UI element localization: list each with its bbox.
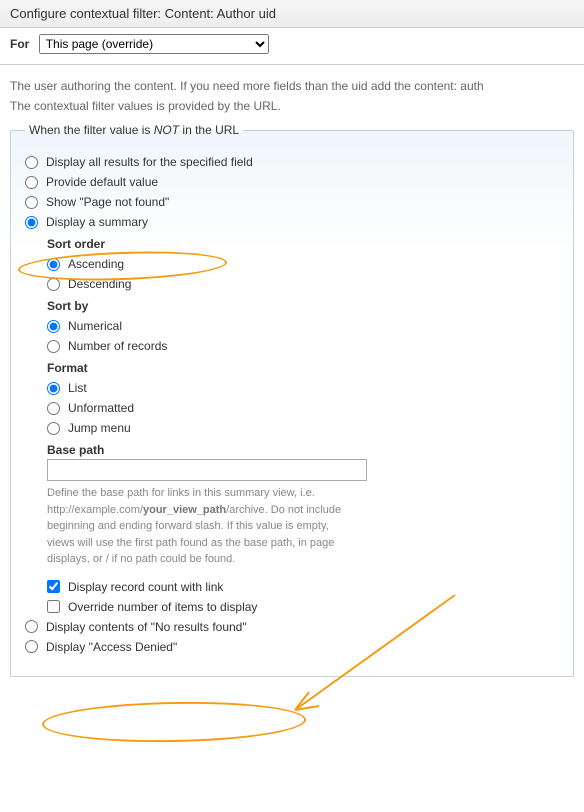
radio-not-found[interactable] — [25, 196, 38, 209]
option-jump-menu[interactable]: Jump menu — [47, 421, 559, 435]
label-display-count: Display record count with link — [68, 580, 223, 594]
label-unformatted: Unformatted — [68, 401, 134, 415]
annotation-oval-display-count — [42, 700, 307, 745]
for-label: For — [10, 37, 29, 51]
option-override-items[interactable]: Override number of items to display — [47, 600, 559, 614]
option-descending[interactable]: Descending — [47, 277, 559, 291]
radio-summary[interactable] — [25, 216, 38, 229]
radio-no-results[interactable] — [25, 620, 38, 633]
option-all-results[interactable]: Display all results for the specified fi… — [25, 155, 559, 169]
radio-numerical[interactable] — [47, 320, 60, 333]
label-ascending: Ascending — [68, 257, 124, 271]
fieldset-legend: When the filter value is NOT in the URL — [25, 123, 243, 137]
radio-all-results[interactable] — [25, 156, 38, 169]
label-default-value: Provide default value — [46, 175, 158, 189]
label-access-denied: Display "Access Denied" — [46, 640, 177, 654]
format-heading: Format — [47, 361, 559, 375]
for-row: For This page (override) — [0, 28, 584, 65]
description-line-1: The user authoring the content. If you n… — [10, 79, 574, 93]
label-descending: Descending — [68, 277, 131, 291]
for-select[interactable]: This page (override) — [39, 34, 269, 54]
checkbox-override-items[interactable] — [47, 600, 60, 613]
radio-access-denied[interactable] — [25, 640, 38, 653]
radio-number-of-records[interactable] — [47, 340, 60, 353]
dialog-title: Configure contextual filter: Content: Au… — [0, 0, 584, 28]
base-path-input[interactable] — [47, 459, 367, 481]
label-all-results: Display all results for the specified fi… — [46, 155, 253, 169]
option-not-found[interactable]: Show "Page not found" — [25, 195, 559, 209]
sort-by-heading: Sort by — [47, 299, 559, 313]
checkbox-display-count[interactable] — [47, 580, 60, 593]
label-number-of-records: Number of records — [68, 339, 167, 353]
label-numerical: Numerical — [68, 319, 122, 333]
option-numerical[interactable]: Numerical — [47, 319, 559, 333]
radio-jump-menu[interactable] — [47, 422, 60, 435]
label-summary: Display a summary — [46, 215, 148, 229]
base-path-help: Define the base path for links in this s… — [47, 485, 357, 568]
radio-descending[interactable] — [47, 278, 60, 291]
option-list[interactable]: List — [47, 381, 559, 395]
option-number-of-records[interactable]: Number of records — [47, 339, 559, 353]
when-not-in-url-fieldset: When the filter value is NOT in the URL … — [10, 123, 574, 677]
label-no-results: Display contents of "No results found" — [46, 620, 247, 634]
radio-list[interactable] — [47, 382, 60, 395]
option-access-denied[interactable]: Display "Access Denied" — [25, 640, 559, 654]
option-default-value[interactable]: Provide default value — [25, 175, 559, 189]
label-override-items: Override number of items to display — [68, 600, 257, 614]
sort-order-heading: Sort order — [47, 237, 559, 251]
option-ascending[interactable]: Ascending — [47, 257, 559, 271]
option-summary[interactable]: Display a summary — [25, 215, 559, 229]
base-path-heading: Base path — [47, 443, 559, 457]
label-jump-menu: Jump menu — [68, 421, 131, 435]
label-list: List — [68, 381, 87, 395]
option-display-count[interactable]: Display record count with link — [47, 580, 559, 594]
label-not-found: Show "Page not found" — [46, 195, 169, 209]
description-line-2: The contextual filter values is provided… — [10, 99, 574, 113]
option-unformatted[interactable]: Unformatted — [47, 401, 559, 415]
radio-unformatted[interactable] — [47, 402, 60, 415]
radio-ascending[interactable] — [47, 258, 60, 271]
option-no-results[interactable]: Display contents of "No results found" — [25, 620, 559, 634]
summary-sub-settings: Sort order Ascending Descending Sort by … — [47, 237, 559, 614]
radio-default-value[interactable] — [25, 176, 38, 189]
